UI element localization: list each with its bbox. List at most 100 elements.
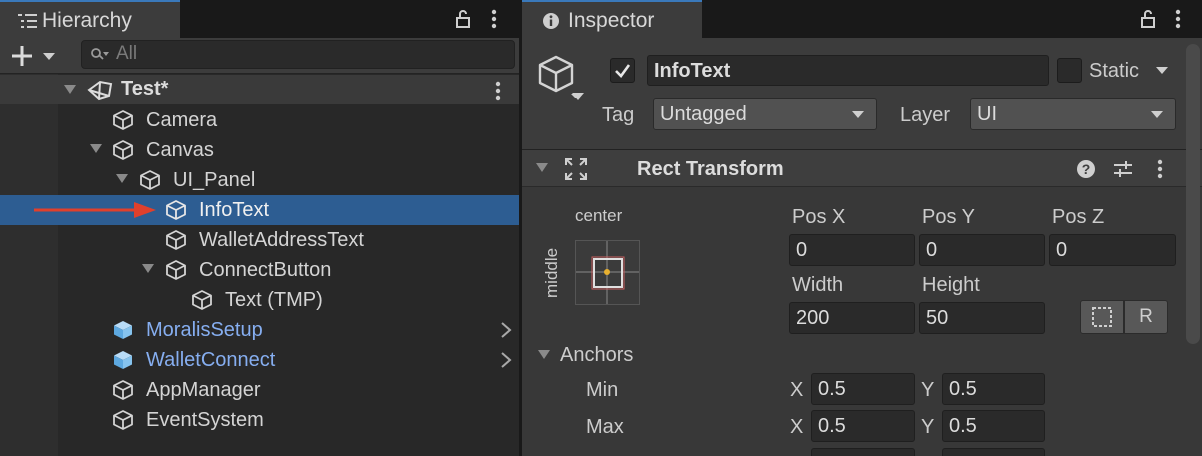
scene-row[interactable]	[0, 75, 520, 104]
anchor-min-y-label: Y	[921, 379, 935, 401]
hierarchy-item-ui-panel[interactable]: UI_Panel	[0, 165, 520, 195]
hierarchy-item-label: ConnectButton	[199, 259, 332, 281]
component-fold-arrow-icon[interactable]	[536, 163, 548, 172]
gameobject-cube-icon	[139, 169, 161, 191]
fold-arrow-icon[interactable]	[142, 264, 154, 273]
anchor-min-x-field[interactable]: 0.5	[811, 373, 915, 405]
height-label: Height	[922, 274, 980, 296]
hierarchy-search-field[interactable]	[81, 40, 515, 69]
anchor-max-y-label: Y	[921, 416, 935, 438]
pos-y-field[interactable]: 0	[919, 234, 1045, 266]
layer-dropdown[interactable]: UI	[970, 98, 1176, 130]
fold-arrow-icon[interactable]	[116, 174, 128, 183]
anchor-max-label: Max	[586, 416, 624, 438]
anchors-fold-arrow-icon[interactable]	[538, 350, 550, 359]
hierarchy-item-text-tmp[interactable]: Text (TMP)	[0, 285, 520, 315]
unity-logo-icon	[87, 79, 113, 101]
anchors-label: Anchors	[560, 344, 634, 366]
hierarchy-tab[interactable]: Hierarchy	[0, 0, 180, 38]
more-options-icon[interactable]	[490, 9, 498, 29]
inspector-tab[interactable]: Inspector	[522, 0, 702, 38]
tag-dropdown[interactable]: Untagged	[653, 98, 877, 130]
anchor-max-x-field[interactable]: 0.5	[811, 410, 915, 442]
lock-icon[interactable]	[455, 9, 471, 29]
hierarchy-item-canvas[interactable]: Canvas	[0, 135, 520, 165]
hierarchy-item-camera[interactable]: Camera	[0, 105, 520, 135]
active-checkbox[interactable]	[610, 58, 635, 83]
fold-arrow-icon[interactable]	[90, 144, 102, 153]
hierarchy-item-label: Text (TMP)	[225, 289, 323, 311]
inspector-panel: Inspector InfoText Static Tag Untagged L…	[522, 0, 1202, 456]
rect-transform-header[interactable]	[522, 149, 1202, 187]
hierarchy-item-walletaddresstext[interactable]: WalletAddressText	[0, 225, 520, 255]
anchor-max-x-label: X	[790, 416, 804, 438]
icon-dropdown-arrow-icon[interactable]	[572, 93, 584, 101]
hierarchy-item-appmanager[interactable]: AppManager	[0, 375, 520, 405]
inspector-scrollbar[interactable]	[1186, 44, 1200, 344]
object-name-field[interactable]: InfoText	[647, 55, 1049, 86]
layer-label: Layer	[900, 104, 951, 126]
panel-divider[interactable]	[519, 0, 520, 456]
pos-x-field[interactable]: 0	[789, 234, 915, 266]
pos-x-label: Pos X	[792, 206, 846, 228]
hierarchy-item-label: Camera	[146, 109, 218, 131]
anchor-max-y-field[interactable]: 0.5	[942, 410, 1045, 442]
prefab-cube-icon	[112, 319, 134, 341]
gameobject-cube-icon	[112, 379, 134, 401]
tag-label: Tag	[602, 104, 635, 126]
rect-transform-icon	[564, 157, 588, 181]
component-more-icon[interactable]	[1156, 159, 1164, 179]
static-checkbox[interactable]	[1057, 58, 1082, 83]
static-label: Static	[1089, 60, 1140, 82]
raw-edit-button[interactable]: R	[1124, 300, 1168, 334]
hierarchy-panel: Hierarchy All Test* Camera Canvas UI_Pan…	[0, 0, 520, 456]
hierarchy-item-eventsystem[interactable]: EventSystem	[0, 405, 520, 435]
rect-transform-title: Rect Transform	[637, 158, 784, 180]
width-label: Width	[792, 274, 844, 296]
hierarchy-item-connectbutton[interactable]: ConnectButton	[0, 255, 520, 285]
scene-name: Test*	[121, 78, 169, 100]
width-field[interactable]: 200	[789, 302, 915, 334]
pivot-x-field-partial[interactable]	[811, 448, 915, 456]
add-dropdown-arrow-icon[interactable]	[42, 52, 56, 62]
anchor-vertical-label: middle	[542, 247, 561, 298]
gameobject-cube-icon	[165, 259, 187, 281]
gameobject-cube-icon	[112, 409, 134, 431]
anchor-min-y-field[interactable]: 0.5	[942, 373, 1045, 405]
gameobject-cube-icon	[165, 229, 187, 251]
scene-fold-arrow-icon[interactable]	[64, 85, 76, 94]
hierarchy-item-label: UI_Panel	[173, 169, 256, 191]
lock-icon[interactable]	[1140, 9, 1156, 29]
add-plus-icon[interactable]	[10, 44, 36, 68]
anchor-horizontal-label: center	[575, 206, 623, 225]
hierarchy-item-label: EventSystem	[146, 409, 264, 431]
anchor-presets-button[interactable]	[575, 240, 640, 305]
pivot-y-field-partial[interactable]	[942, 448, 1045, 456]
hierarchy-item-moralissetup[interactable]: MoralisSetup	[0, 315, 520, 345]
info-icon	[542, 12, 560, 30]
chevron-right-icon[interactable]	[500, 321, 512, 339]
more-options-icon[interactable]	[1174, 9, 1182, 29]
svg-text:?: ?	[1082, 161, 1091, 177]
layer-value: UI	[977, 103, 997, 125]
search-icon	[90, 46, 110, 64]
presets-sliders-icon[interactable]	[1112, 159, 1134, 179]
gameobject-large-cube-icon[interactable]	[536, 54, 578, 98]
blueprint-mode-button[interactable]	[1080, 300, 1124, 334]
hierarchy-item-label: AppManager	[146, 379, 261, 401]
height-field[interactable]: 50	[919, 302, 1045, 334]
tag-value: Untagged	[660, 103, 747, 125]
hierarchy-item-walletconnect[interactable]: WalletConnect	[0, 345, 520, 375]
gameobject-cube-icon	[112, 139, 134, 161]
anchor-min-x-label: X	[790, 379, 804, 401]
help-icon[interactable]: ?	[1076, 159, 1096, 179]
static-dropdown-arrow-icon[interactable]	[1156, 67, 1168, 75]
chevron-right-icon[interactable]	[500, 351, 512, 369]
pos-z-field[interactable]: 0	[1049, 234, 1176, 266]
inspector-tab-label: Inspector	[568, 9, 655, 32]
pos-z-label: Pos Z	[1052, 206, 1105, 228]
prefab-cube-icon	[112, 349, 134, 371]
search-placeholder: All	[116, 43, 138, 64]
scene-more-icon[interactable]	[494, 81, 502, 101]
hierarchy-item-label: Canvas	[146, 139, 214, 161]
